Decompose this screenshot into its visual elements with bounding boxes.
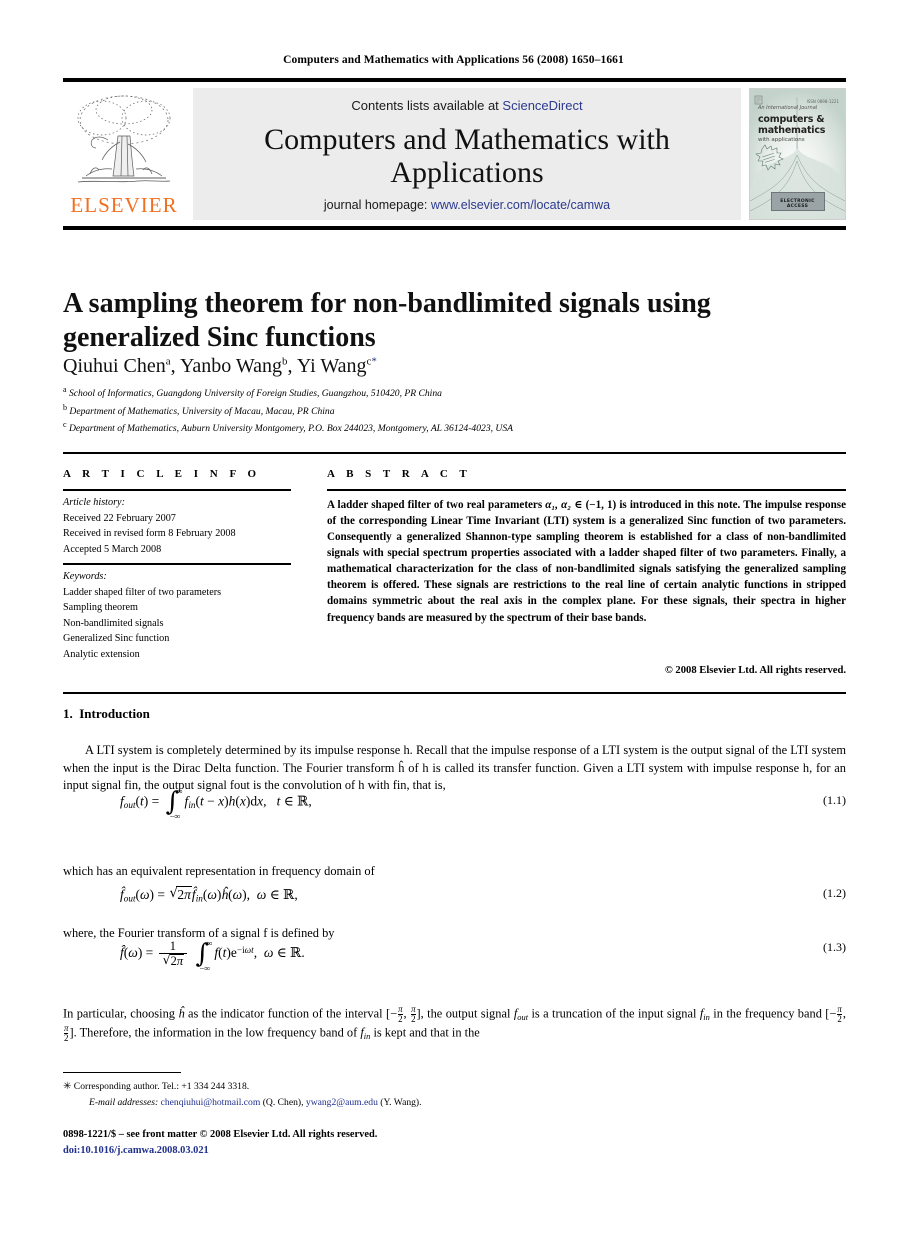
equation-1-2-number: (1.2) (823, 886, 846, 900)
imprint-block: 0898-1221/$ – see front matter © 2008 El… (63, 1127, 763, 1158)
equation-1-2: f̂out(ω) = 2πf̂in(ω)ĥ(ω), ω ∈ ℝ, (1.2) (63, 885, 846, 903)
section-title: Introduction (79, 706, 150, 721)
elsevier-tree-icon (68, 90, 180, 188)
equation-1-2-expression: f̂out(ω) = 2πf̂in(ω)ĥ(ω), ω ∈ ℝ, (120, 885, 298, 903)
keyword-item: Sampling theorem (63, 602, 138, 613)
author-name-2: Yanbo Wang (179, 355, 283, 377)
equation-1-1: fout(t) = ∞ ∫ −∞ fin(t − x)h(x)dx, t ∈ ℝ, … (63, 786, 846, 821)
author-name-3: Yi Wang (296, 355, 367, 377)
cover-issn: ISSN 0898-1221 (806, 99, 839, 104)
cover-title-line2: mathematics (758, 125, 826, 136)
author-list: Qiuhui Chena, Yanbo Wangb, Yi Wangc* (63, 355, 377, 377)
affiliation-text-b: Department of Mathematics, University of… (69, 405, 335, 417)
keyword-item: Ladder shaped filter of two parameters (63, 586, 222, 598)
journal-masthead: ELSEVIER Contents lists available at Sci… (63, 78, 846, 230)
affiliation-a: a School of Informatics, Guangdong Unive… (63, 384, 833, 402)
email-addresses-note: E-mail addresses: chenqiuhui@hotmail.com… (63, 1095, 763, 1110)
footnote-separator-rule (63, 1072, 181, 1074)
abstract-rule (327, 489, 846, 491)
affiliation-list: a School of Informatics, Guangdong Unive… (63, 384, 833, 437)
author-affil-marker-2: b (282, 355, 288, 368)
section-heading-introduction: 1. Introduction (63, 706, 150, 722)
email-link-2[interactable]: ywang2@aum.edu (306, 1097, 378, 1108)
email-link-1[interactable]: chenqiuhui@hotmail.com (161, 1097, 261, 1108)
author-affil-marker-1: a (165, 355, 171, 368)
abstract-rest: ∈ (−1, 1) is introduced in this note. Th… (327, 499, 846, 624)
contents-prefix: Contents lists available at (351, 98, 503, 113)
integral-symbol-icon: ∞ ∫ −∞ (165, 786, 183, 821)
abstract-params: α₁, α₂ (545, 499, 572, 511)
author-name-1: Qiuhui Chen (63, 355, 166, 377)
integral-symbol-icon: ∞ ∫ −∞ (195, 937, 213, 973)
email-owner-2: (Y. Wang). (380, 1097, 422, 1108)
affiliation-marker-c: c (63, 420, 67, 430)
masthead-bottom-rule (63, 226, 846, 230)
footnote-block: ✳ Corresponding author. Tel.: +1 334 244… (63, 1079, 763, 1110)
issn-frontmatter-line: 0898-1221/$ – see front matter © 2008 El… (63, 1129, 378, 1140)
corresponding-author-marker[interactable]: * (371, 355, 377, 367)
article-history: Article history: Received 22 February 20… (63, 495, 298, 557)
abstract-header: A B S T R A C T (327, 468, 472, 480)
footnote-star-icon: ✳ (63, 1081, 72, 1092)
section-number: 1. (63, 706, 73, 721)
page-title: A sampling theorem for non-bandlimited s… (63, 287, 711, 353)
email-label: E-mail addresses: (89, 1097, 159, 1108)
doi-link[interactable]: doi:10.1016/j.camwa.2008.03.021 (63, 1143, 763, 1159)
email-owner-1: (Q. Chen), (262, 1097, 304, 1108)
contents-available-line: Contents lists available at ScienceDirec… (351, 98, 582, 113)
history-item-received: Received 22 February 2007 (63, 512, 176, 524)
abstract-text: A ladder shaped filter of two real param… (327, 497, 846, 626)
elsevier-logo: ELSEVIER (63, 88, 185, 220)
journal-homepage-line: journal homepage: www.elsevier.com/locat… (324, 198, 610, 212)
cover-title-line1: computers & (758, 114, 825, 125)
corresponding-author-note: ✳ Corresponding author. Tel.: +1 334 244… (63, 1079, 763, 1095)
cover-electronic-access-badge: ELECTRONIC ACCESS (770, 192, 825, 211)
journal-banner: Contents lists available at ScienceDirec… (193, 88, 741, 220)
abstract-copyright: © 2008 Elsevier Ltd. All rights reserved… (664, 665, 846, 676)
equation-1-3-number: (1.3) (823, 940, 846, 954)
equation-1-3: f̂(ω) = 1 2π ∞∫−∞ f(t)e−iωt, ω ∈ ℝ. (1.3… (63, 937, 846, 973)
equation-1-1-number: (1.1) (823, 793, 846, 807)
cover-subtitle: with applications (758, 137, 805, 143)
journal-cover-thumbnail: ISSN 0898-1221 An International Journal … (749, 88, 846, 220)
intro-paragraph-2: which has an equivalent representation i… (63, 864, 375, 878)
keyword-item: Analytic extension (63, 648, 140, 660)
affiliation-text-a: School of Informatics, Guangdong Univers… (68, 388, 442, 400)
abstract-lead: A ladder shaped filter of two real param… (327, 499, 546, 511)
info-rule-2 (63, 563, 291, 565)
keywords-label: Keywords: (63, 571, 107, 582)
equation-1-1-expression: fout(t) = ∞ ∫ −∞ fin(t − x)h(x)dx, t ∈ ℝ, (120, 786, 312, 821)
info-block-bottom-rule (63, 692, 846, 694)
homepage-label: journal homepage: (323, 198, 431, 212)
keyword-item: Non-bandlimited signals (63, 617, 164, 629)
affiliation-c: c Department of Mathematics, Auburn Univ… (63, 419, 833, 437)
paper-page: Computers and Mathematics with Applicati… (0, 0, 907, 1238)
history-item-revised: Received in revised form 8 February 2008 (63, 528, 236, 539)
homepage-url-link[interactable]: www.elsevier.com/locate/camwa (431, 198, 610, 212)
sciencedirect-link[interactable]: ScienceDirect (502, 98, 582, 113)
keyword-item: Generalized Sinc function (63, 633, 170, 644)
history-item-accepted: Accepted 5 March 2008 (63, 543, 162, 555)
cover-badge-label: ELECTRONIC ACCESS (780, 199, 815, 209)
article-history-label: Article history: (63, 497, 125, 508)
journal-title: Computers and Mathematics with Applicati… (264, 122, 670, 189)
article-info-header: A R T I C L E I N F O (63, 468, 261, 480)
masthead-top-rule (63, 78, 846, 82)
info-rule-1 (63, 489, 291, 491)
elsevier-wordmark: ELSEVIER (70, 193, 178, 217)
affiliation-text-c: Department of Mathematics, Auburn Univer… (68, 423, 513, 435)
affiliation-b: b Department of Mathematics, University … (63, 402, 833, 420)
equation-1-3-expression: f̂(ω) = 1 2π ∞∫−∞ f(t)e−iωt, ω ∈ ℝ. (120, 937, 305, 973)
info-block-top-rule (63, 452, 846, 454)
keyword-list: Keywords: Ladder shaped filter of two pa… (63, 569, 298, 662)
cover-kicker: An International Journal (758, 105, 818, 111)
affiliation-marker-a: a (63, 385, 67, 394)
affiliation-marker-b: b (63, 402, 67, 412)
running-head: Computers and Mathematics with Applicati… (283, 54, 624, 66)
intro-paragraph-4: In particular, choosing ĥ as the indicat… (63, 1004, 846, 1044)
corresponding-author-text: Corresponding author. Tel.: +1 334 244 3… (73, 1081, 250, 1092)
